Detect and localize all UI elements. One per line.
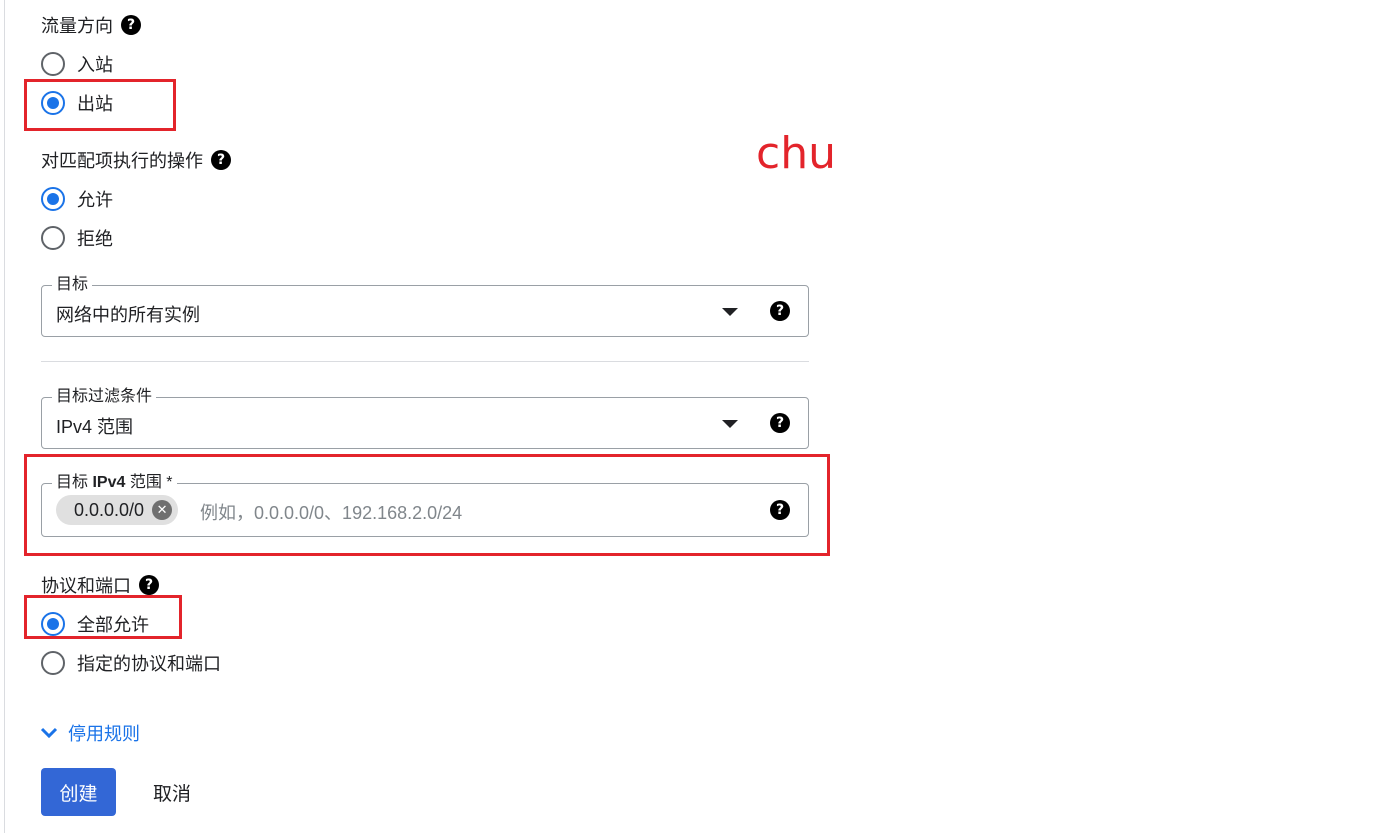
chevron-down-icon	[40, 727, 58, 739]
radio-allow[interactable]: 允许	[41, 186, 113, 212]
help-icon[interactable]: ?	[770, 413, 790, 433]
create-button[interactable]: 创建	[41, 768, 116, 816]
ip-chip[interactable]: 0.0.0.0/0 ✕	[56, 495, 179, 525]
divider	[41, 361, 809, 362]
radio-unchecked-icon[interactable]	[41, 651, 65, 675]
target-ipv4-label: 目标 IPv4 范围 *	[52, 473, 177, 493]
label-prefix: 目标	[56, 474, 93, 491]
target-ipv4-range-input[interactable]: 目标 IPv4 范围 * 0.0.0.0/0 ✕ 例如，0.0.0.0/0、19…	[41, 473, 809, 537]
help-icon[interactable]: ?	[121, 15, 141, 35]
target-filter-label: 目标过滤条件	[52, 387, 157, 407]
action-on-match-label: 对匹配项执行的操作	[41, 151, 203, 171]
radio-unchecked-icon[interactable]	[41, 52, 65, 76]
radio-label: 允许	[77, 190, 113, 210]
target-label: 目标	[52, 275, 93, 295]
cancel-button[interactable]: 取消	[139, 768, 205, 816]
target-select[interactable]: 目标 网络中的所有实例 ?	[41, 275, 809, 337]
traffic-direction-title: 流量方向 ?	[41, 12, 141, 38]
highlight-box-egress	[24, 79, 176, 131]
disable-rule-toggle[interactable]: 停用规则	[38, 720, 140, 746]
remove-chip-icon[interactable]: ✕	[152, 500, 173, 520]
dropdown-arrow-icon[interactable]	[722, 308, 738, 316]
radio-ingress[interactable]: 入站	[41, 51, 113, 77]
target-value: 网络中的所有实例	[56, 305, 200, 325]
label-bold: IPv4	[92, 474, 126, 491]
help-icon[interactable]: ?	[770, 301, 790, 321]
radio-label: 入站	[77, 55, 113, 75]
radio-deny[interactable]: 拒绝	[41, 225, 113, 251]
disable-rule-label: 停用规则	[68, 724, 140, 744]
help-icon[interactable]: ?	[139, 575, 159, 595]
highlight-box-allow-all	[24, 595, 182, 639]
radio-label: 拒绝	[77, 229, 113, 249]
radio-specified-protocols[interactable]: 指定的协议和端口	[41, 650, 221, 676]
help-icon[interactable]: ?	[211, 150, 231, 170]
target-filter-value: IPv4 范围	[56, 417, 134, 437]
label-suffix: 范围 *	[125, 474, 173, 491]
annotation-text: chu	[756, 128, 836, 179]
radio-label: 指定的协议和端口	[77, 654, 221, 674]
radio-checked-icon[interactable]	[41, 187, 65, 211]
help-icon[interactable]: ?	[770, 500, 790, 520]
ipv4-placeholder[interactable]: 例如，0.0.0.0/0、192.168.2.0/24	[200, 499, 462, 525]
traffic-direction-label: 流量方向	[41, 16, 113, 36]
chip-label: 0.0.0.0/0	[74, 499, 145, 520]
action-on-match-title: 对匹配项执行的操作 ?	[41, 147, 231, 173]
target-filter-select[interactable]: 目标过滤条件 IPv4 范围 ?	[41, 387, 809, 449]
radio-unchecked-icon[interactable]	[41, 226, 65, 250]
left-border	[0, 0, 5, 833]
dropdown-arrow-icon[interactable]	[722, 420, 738, 428]
